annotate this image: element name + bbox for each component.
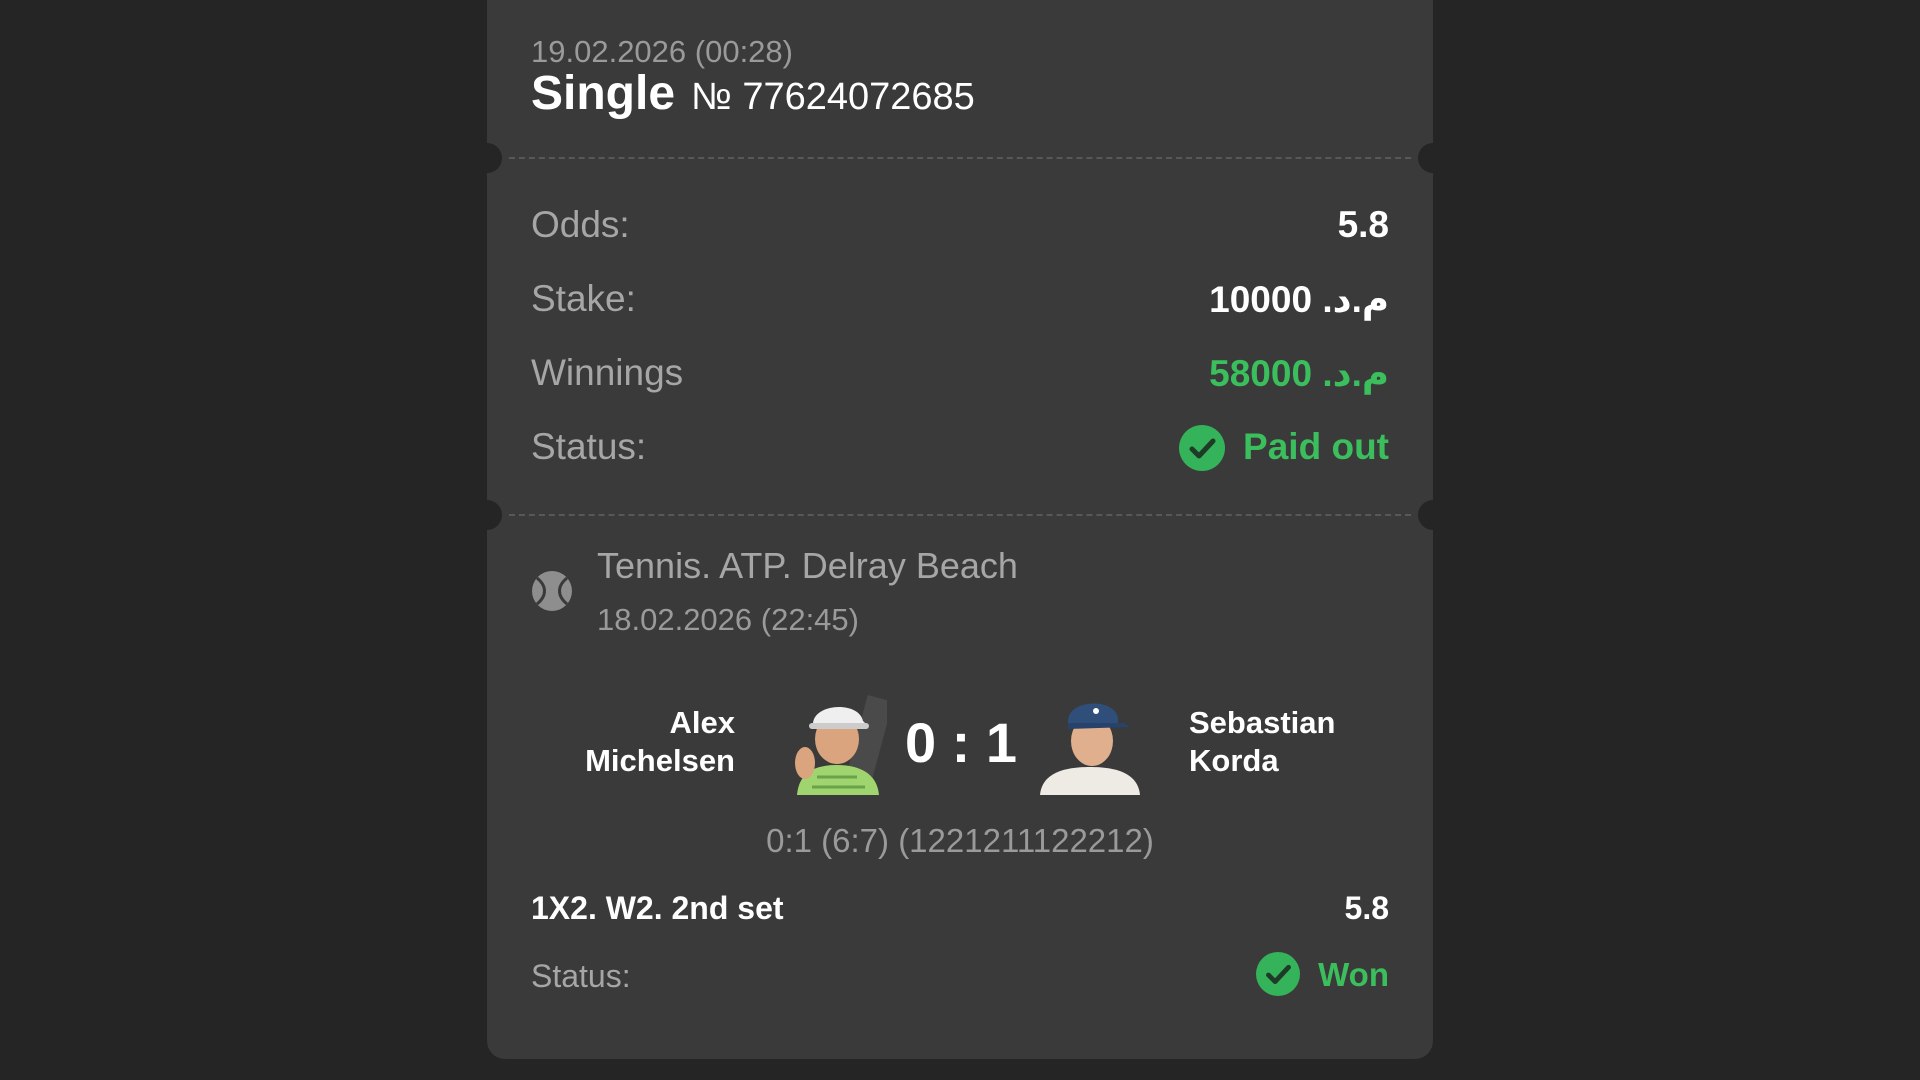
player1-first-name: Alex xyxy=(669,705,735,740)
selection-status-value: Won xyxy=(1318,956,1389,993)
bet-number: № 77624072685 xyxy=(691,76,975,118)
check-circle-icon xyxy=(1179,425,1225,471)
player2-first-name: Sebastian xyxy=(1189,705,1336,740)
winnings-value: م.د. 58000 xyxy=(1209,353,1389,394)
match-score: 0 : 1 xyxy=(904,711,1018,774)
player1-name: Alex Michelsen xyxy=(585,704,735,780)
league-name: Tennis. ATP. Delray Beach xyxy=(597,545,1018,586)
player2-avatar xyxy=(1034,687,1146,795)
bet-ticket-card: 19.02.2026 (00:28) Single № 77624072685 … xyxy=(472,0,1448,1059)
bet-type-title: Single xyxy=(531,67,676,120)
status-label: Status: xyxy=(531,426,647,467)
ticket-divider xyxy=(509,157,1411,159)
selection-status-label: Status: xyxy=(531,958,631,994)
odds-label: Odds: xyxy=(531,204,630,245)
market-odds: 5.8 xyxy=(1344,890,1389,926)
ticket-notch-right xyxy=(1418,500,1448,530)
player1-avatar xyxy=(787,687,887,795)
ticket-notch-left xyxy=(472,143,502,173)
player2-name: Sebastian Korda xyxy=(1189,704,1335,780)
check-circle-icon xyxy=(1256,952,1300,996)
ticket-notch-right xyxy=(1418,143,1448,173)
winnings-label: Winnings xyxy=(531,352,684,393)
bet-datetime: 19.02.2026 (00:28) xyxy=(531,34,793,69)
player2-last-name: Korda xyxy=(1189,743,1279,778)
odds-value: 5.8 xyxy=(1337,204,1389,245)
player1-last-name: Michelsen xyxy=(585,743,735,778)
market-name: 1X2. W2. 2nd set xyxy=(531,890,784,926)
event-datetime: 18.02.2026 (22:45) xyxy=(597,602,859,637)
stake-label: Stake: xyxy=(531,278,636,319)
ticket-notch-left xyxy=(472,500,502,530)
stake-value: م.د. 10000 xyxy=(1209,279,1389,320)
tennis-ball-icon xyxy=(531,570,573,612)
set-scores-detail: 0:1 (6:7) (1221211122212) xyxy=(766,822,1154,859)
ticket-divider xyxy=(509,514,1411,516)
payout-status-value: Paid out xyxy=(1243,426,1389,467)
